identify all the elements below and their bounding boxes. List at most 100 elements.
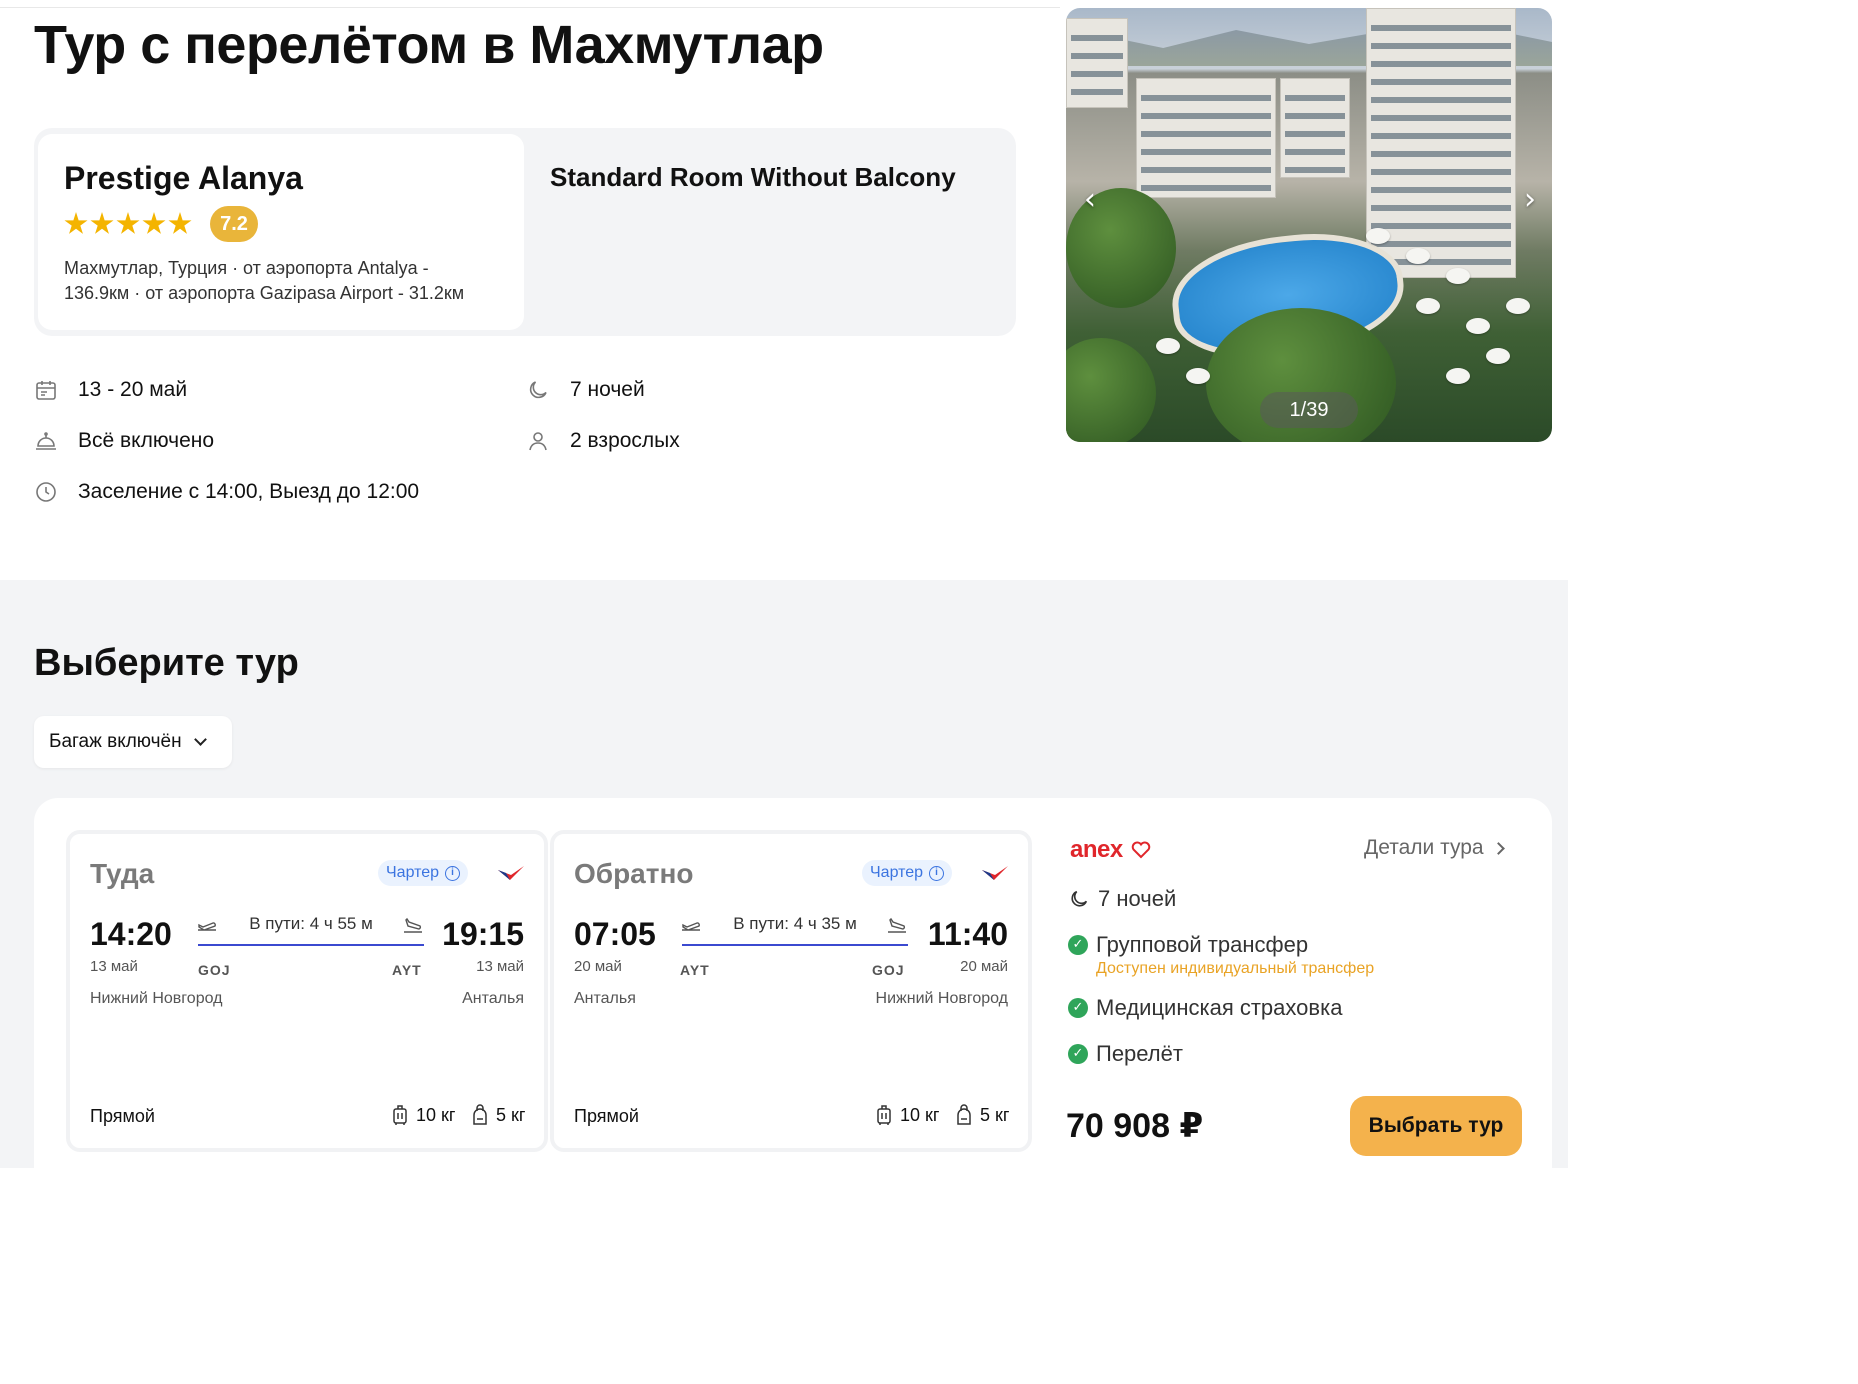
info-checkin: Заселение с 14:00, Выезд до 12:00 [34,480,419,504]
operator-logo: anex [1070,836,1151,864]
photo-umbrella [1186,368,1210,384]
chevron-right-icon[interactable]: › [1516,185,1544,215]
transfer-text: Групповой трансфер [1096,932,1309,957]
charter-badge[interactable]: Чартер i [378,860,469,886]
departure-airport: AYT [680,962,710,978]
tour-details-link[interactable]: Детали тура [1364,836,1505,860]
photo-building [1280,78,1350,178]
arrival-city: Нижний Новгород [875,990,1008,1007]
photo-umbrella [1486,348,1510,364]
insurance-text: Медицинская страховка [1096,995,1343,1020]
offer-insurance: ✓ Медицинская страховка [1068,995,1342,1021]
heart-icon[interactable] [1131,841,1151,859]
airline-logo-icon [982,866,1008,880]
photo-building [1066,18,1128,108]
charter-badge[interactable]: Чартер i [862,860,953,886]
arrival-city: Анталья [462,990,524,1007]
baggage-filter-dropdown[interactable]: Багаж включён [34,716,232,768]
photo-umbrella [1416,298,1440,314]
arrival-airport: AYT [392,962,422,978]
check-icon: ✓ [1068,998,1088,1018]
calendar-icon [36,381,56,400]
person-icon [529,432,547,451]
baggage-weight: 10 кг [416,1104,456,1125]
room-type: Standard Room Without Balcony [550,162,956,192]
info-nights: 7 ночей [526,378,645,402]
filter-label: Багаж включён [49,731,182,752]
check-icon: ✓ [1068,1044,1088,1064]
gallery-counter: 1/39 [1260,392,1358,428]
info-dates: 13 - 20 май [34,378,187,402]
info-icon: i [445,865,461,881]
route-line [198,944,424,946]
check-icon: ✓ [1068,935,1088,955]
photo-umbrella [1406,248,1430,264]
bag-icon [473,1104,487,1125]
flight-card-outbound: Туда Чартер i 14:20 13 май Нижний Новгор… [66,830,548,1152]
select-tour-section: Выберите тур Багаж включён Туда Чартер i… [0,580,1568,1198]
landing-icon [404,917,422,933]
hotel-panel: Prestige Alanya 7.2 Махмутлар, Турция · … [34,128,1016,336]
hand-luggage-allowance: 5 кг [954,1104,1009,1126]
hotel-photo-gallery[interactable]: ‹ › 1/39 [1066,8,1552,442]
photo-umbrella [1446,368,1470,384]
arrival-date: 20 май [960,958,1008,975]
star-icon [64,212,88,234]
select-tour-button[interactable]: Выбрать тур [1350,1096,1522,1156]
arrival-time: 19:15 [442,916,524,952]
flight-duration: В пути: 4 ч 55 м [249,914,373,933]
transfer-note-link[interactable]: Доступен индивидуальный трансфер [1096,960,1374,978]
tour-price: 70 908 ₽ [1066,1107,1204,1145]
airline-logo-icon [498,866,524,880]
flight-duration: В пути: 4 ч 35 м [733,914,857,933]
photo-umbrella [1446,268,1470,284]
charter-label: Чартер [386,864,440,881]
star-icon [116,212,140,234]
photo-umbrella [1466,318,1490,334]
checkin-text: Заселение с 14:00, Выезд до 12:00 [78,480,420,503]
departure-city: Нижний Новгород [90,990,223,1007]
route-line [682,944,908,946]
star-icon [90,212,114,234]
info-icon: i [929,865,945,881]
departure-airport: GOJ [198,962,231,978]
hotel-card[interactable]: Prestige Alanya 7.2 Махмутлар, Турция · … [38,134,524,330]
photo-building [1136,78,1276,198]
chevron-right-icon [1491,841,1505,855]
photo-tree [1066,338,1156,442]
operator-name: anex [1070,836,1123,863]
arrival-time: 11:40 [927,916,1008,952]
info-guests: 2 взрослых [526,429,680,453]
suitcase-icon [877,1105,891,1125]
photo-umbrella [1366,228,1390,244]
chevron-down-icon [193,733,207,746]
offer-transfer: ✓ Групповой трансфер [1068,932,1308,958]
hand-luggage-weight: 5 кг [496,1104,526,1125]
nights-text: 7 ночей [570,378,645,401]
hotel-name[interactable]: Prestige Alanya [64,160,303,197]
rating-badge: 7.2 [210,206,258,242]
bag-icon [957,1104,971,1125]
photo-umbrella [1156,338,1180,354]
arrival-date: 13 май [476,958,524,975]
info-meal: Всё включено [34,429,214,453]
charter-label: Чартер [870,864,924,881]
flight-direction: Туда [90,858,155,889]
flight-text: Перелёт [1096,1041,1183,1066]
hand-luggage-weight: 5 кг [980,1104,1010,1125]
chevron-left-icon[interactable]: ‹ [1076,185,1104,215]
baggage-allowance: 10 кг [874,1104,939,1126]
clock-icon [36,482,56,502]
arrival-airport: GOJ [872,962,905,978]
stops-label: Прямой [90,1106,155,1126]
cloche-icon [36,432,56,450]
star-icon [142,212,166,234]
meal-text: Всё включено [78,429,215,452]
departure-time: 14:20 [90,916,172,952]
hotel-location: Махмутлар, Турция · от аэропорта Antalya… [64,256,514,306]
tour-offer-card: Туда Чартер i 14:20 13 май Нижний Новгор… [34,798,1552,1198]
hotel-location-line: Махмутлар, Турция · от аэропорта Antalya… [64,258,429,278]
departure-date: 20 май [574,958,622,975]
moon-icon [529,381,547,399]
dates-text: 13 - 20 май [78,378,188,401]
